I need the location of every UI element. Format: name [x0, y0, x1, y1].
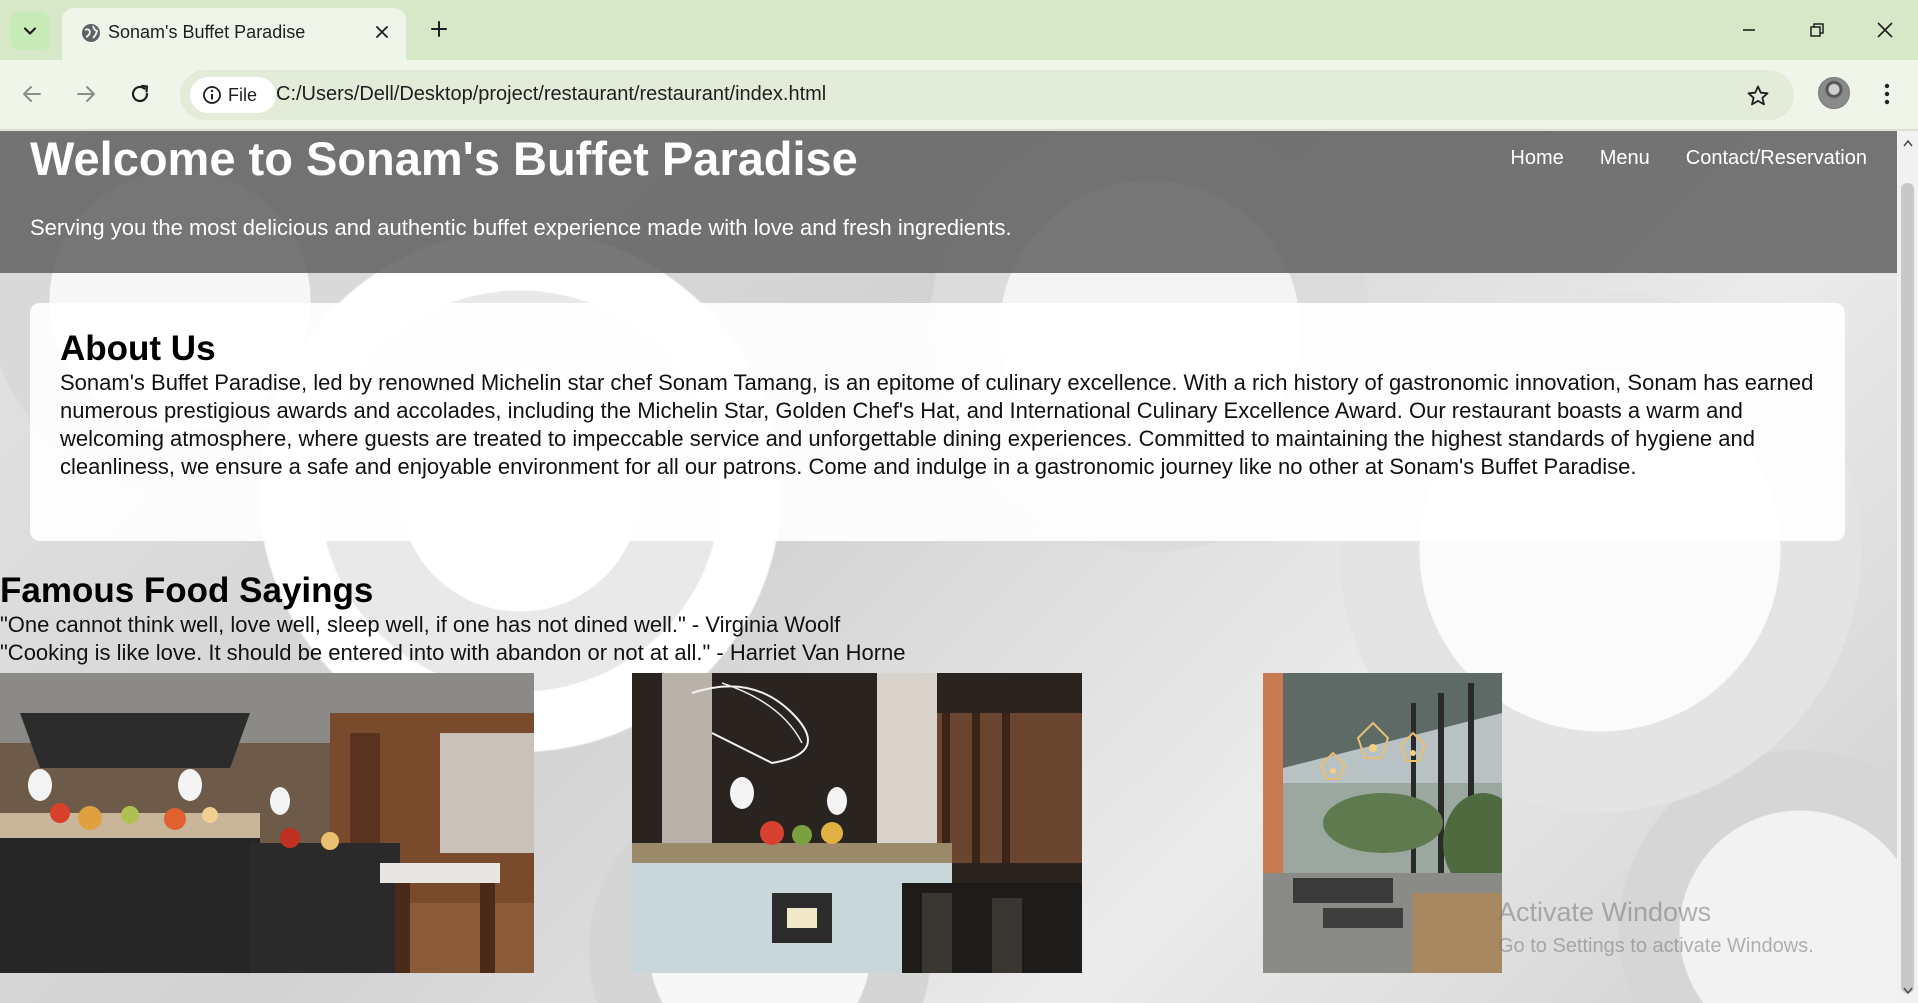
window-close-button[interactable] — [1862, 12, 1908, 48]
close-icon — [1877, 22, 1893, 38]
back-button[interactable] — [14, 76, 50, 112]
arrow-left-icon — [23, 86, 41, 102]
browser-menu-button[interactable] — [1872, 76, 1902, 112]
site-info-chip[interactable]: File — [190, 77, 276, 113]
about-section: About Us Sonam's Buffet Paradise, led by… — [30, 303, 1845, 541]
activation-watermark-title: Activate Windows — [1498, 897, 1712, 927]
globe-icon — [82, 24, 100, 42]
forward-button[interactable] — [68, 76, 104, 112]
site-header: Welcome to Sonam's Buffet Paradise Servi… — [0, 131, 1897, 273]
info-icon — [203, 86, 221, 104]
scroll-up-button[interactable] — [1897, 135, 1918, 151]
plus-icon — [431, 21, 447, 37]
minimize-icon — [1743, 29, 1755, 31]
buffet-counter-photo — [632, 673, 1082, 973]
scroll-thumb[interactable] — [1901, 183, 1914, 993]
quote-2: "Cooking is like love. It should be ente… — [0, 640, 906, 665]
new-tab-button[interactable] — [424, 14, 454, 44]
active-tab[interactable]: Sonam's Buffet Paradise — [62, 8, 406, 60]
site-tagline: Serving you the most delicious and authe… — [30, 215, 1012, 240]
chevron-down-icon — [23, 27, 37, 35]
url-scheme-label: File — [228, 84, 258, 105]
arrow-right-icon — [77, 86, 95, 102]
nav-link-menu[interactable]: Menu — [1600, 147, 1650, 170]
sayings-heading: Famous Food Sayings — [0, 571, 374, 610]
address-bar[interactable]: File C:/Users/Dell/Desktop/project/resta… — [180, 70, 1794, 120]
restore-button[interactable] — [1794, 12, 1840, 48]
site-nav: Home Menu Contact/Reservation — [1510, 147, 1867, 170]
close-icon — [376, 26, 388, 38]
url-text[interactable]: C:/Users/Dell/Desktop/project/restaurant… — [276, 83, 826, 106]
buffet-kitchen-photo — [0, 673, 534, 973]
nav-link-home[interactable]: Home — [1510, 147, 1563, 170]
reload-icon — [131, 84, 149, 103]
tab-title: Sonam's Buffet Paradise — [108, 22, 306, 42]
restore-icon — [1810, 23, 1824, 37]
profile-avatar[interactable] — [1818, 77, 1850, 109]
about-heading: About Us — [60, 329, 216, 368]
minimize-button[interactable] — [1726, 12, 1772, 48]
terrace-photo — [1263, 673, 1502, 973]
page-scrollbar[interactable] — [1897, 131, 1918, 1003]
caret-down-icon — [1902, 987, 1913, 995]
about-body: Sonam's Buffet Paradise, led by renowned… — [60, 370, 1814, 479]
sayings-section: Famous Food Sayings "One cannot think we… — [0, 571, 1100, 667]
kebab-menu-icon — [1884, 83, 1890, 105]
site-title: Welcome to Sonam's Buffet Paradise — [30, 132, 858, 185]
page-viewport: Welcome to Sonam's Buffet Paradise Servi… — [0, 131, 1897, 1003]
quote-1: "One cannot think well, love well, sleep… — [0, 612, 841, 637]
star-icon — [1747, 85, 1769, 106]
reload-button[interactable] — [122, 76, 158, 112]
nav-link-contact-reservation[interactable]: Contact/Reservation — [1686, 147, 1867, 170]
scroll-down-button[interactable] — [1897, 983, 1918, 999]
browser-toolbar: File C:/Users/Dell/Desktop/project/resta… — [0, 60, 1918, 130]
bookmark-button[interactable] — [1744, 82, 1772, 110]
caret-up-icon — [1902, 139, 1913, 147]
tab-search-button[interactable] — [10, 12, 50, 50]
browser-tab-strip: Sonam's Buffet Paradise — [0, 0, 1918, 60]
tab-close-button[interactable] — [368, 18, 396, 46]
activation-watermark-subtitle: Go to Settings to activate Windows. — [1498, 935, 1814, 957]
